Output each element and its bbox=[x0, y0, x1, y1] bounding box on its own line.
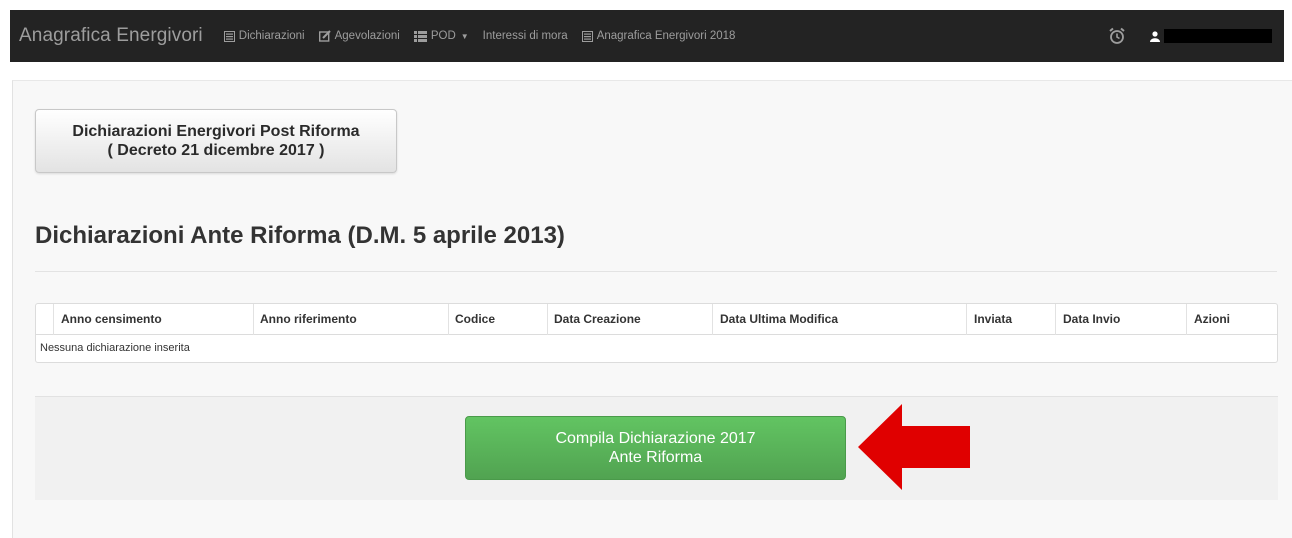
nav-pod-label: POD bbox=[430, 30, 456, 42]
table-header: Anno censimento Anno riferimento Codice … bbox=[36, 304, 1277, 335]
column-separator bbox=[547, 304, 548, 335]
col-anno-censimento[interactable]: Anno censimento bbox=[61, 304, 162, 335]
column-separator bbox=[53, 304, 54, 335]
nav-anagrafica-2018-label: Anagrafica Energivori 2018 bbox=[596, 30, 736, 42]
nav-agevolazioni[interactable]: Agevolazioni bbox=[312, 10, 407, 62]
compila-dichiarazione-button[interactable]: Compila Dichiarazione 2017 Ante Riforma bbox=[465, 416, 846, 480]
red-arrow-icon bbox=[858, 404, 970, 490]
column-separator bbox=[712, 304, 713, 335]
user-menu[interactable] bbox=[1140, 10, 1284, 62]
col-data-invio[interactable]: Data Invio bbox=[1063, 304, 1120, 335]
nav-dichiarazioni[interactable]: Dichiarazioni bbox=[217, 10, 312, 62]
col-azioni: Azioni bbox=[1194, 312, 1230, 326]
nav-interessi-di-mora[interactable]: Interessi di mora bbox=[476, 10, 575, 62]
empty-table-message: Nessuna dichiarazione inserita bbox=[40, 342, 190, 354]
col-data-ultima-modifica[interactable]: Data Ultima Modifica bbox=[720, 304, 838, 335]
post-riforma-line2: ( Decreto 21 dicembre 2017 ) bbox=[107, 142, 325, 159]
edit-icon bbox=[318, 30, 331, 42]
column-separator bbox=[966, 304, 967, 335]
user-icon bbox=[1150, 27, 1160, 46]
navbar-right bbox=[1094, 10, 1284, 62]
nav-anagrafica-2018[interactable]: Anagrafica Energivori 2018 bbox=[575, 10, 743, 62]
column-separator bbox=[1055, 304, 1056, 335]
caret-down-icon: ▼ bbox=[460, 31, 469, 41]
section-title: Dichiarazioni Ante Riforma (D.M. 5 april… bbox=[35, 222, 565, 249]
nav-agevolazioni-label: Agevolazioni bbox=[334, 30, 400, 42]
compila-line2: Ante Riforma bbox=[608, 449, 703, 466]
col-inviata[interactable]: Inviata bbox=[974, 304, 1012, 335]
alarm-clock-icon[interactable] bbox=[1094, 10, 1140, 62]
col-codice[interactable]: Codice bbox=[455, 304, 495, 335]
divider bbox=[35, 271, 1277, 272]
user-name-redacted bbox=[1164, 29, 1272, 43]
declarations-table: Anno censimento Anno riferimento Codice … bbox=[35, 303, 1278, 363]
column-separator bbox=[448, 304, 449, 335]
nav-dichiarazioni-label: Dichiarazioni bbox=[238, 30, 305, 42]
compila-line1: Compila Dichiarazione 2017 bbox=[555, 430, 756, 447]
list-icon bbox=[223, 30, 235, 42]
list-icon bbox=[581, 30, 593, 42]
post-riforma-line1: Dichiarazioni Energivori Post Riforma bbox=[72, 123, 360, 140]
column-separator bbox=[1186, 304, 1187, 335]
nav-interessi-label: Interessi di mora bbox=[482, 30, 568, 42]
post-riforma-button[interactable]: Dichiarazioni Energivori Post Riforma ( … bbox=[35, 109, 397, 173]
col-data-creazione[interactable]: Data Creazione bbox=[554, 304, 641, 335]
nav-pod-dropdown[interactable]: POD ▼ bbox=[407, 10, 476, 62]
top-navbar: Anagrafica Energivori Dichiarazioni Agev… bbox=[10, 10, 1284, 62]
brand-title[interactable]: Anagrafica Energivori bbox=[10, 10, 217, 62]
col-anno-riferimento[interactable]: Anno riferimento bbox=[260, 304, 357, 335]
th-list-icon bbox=[413, 30, 427, 42]
column-separator bbox=[253, 304, 254, 335]
